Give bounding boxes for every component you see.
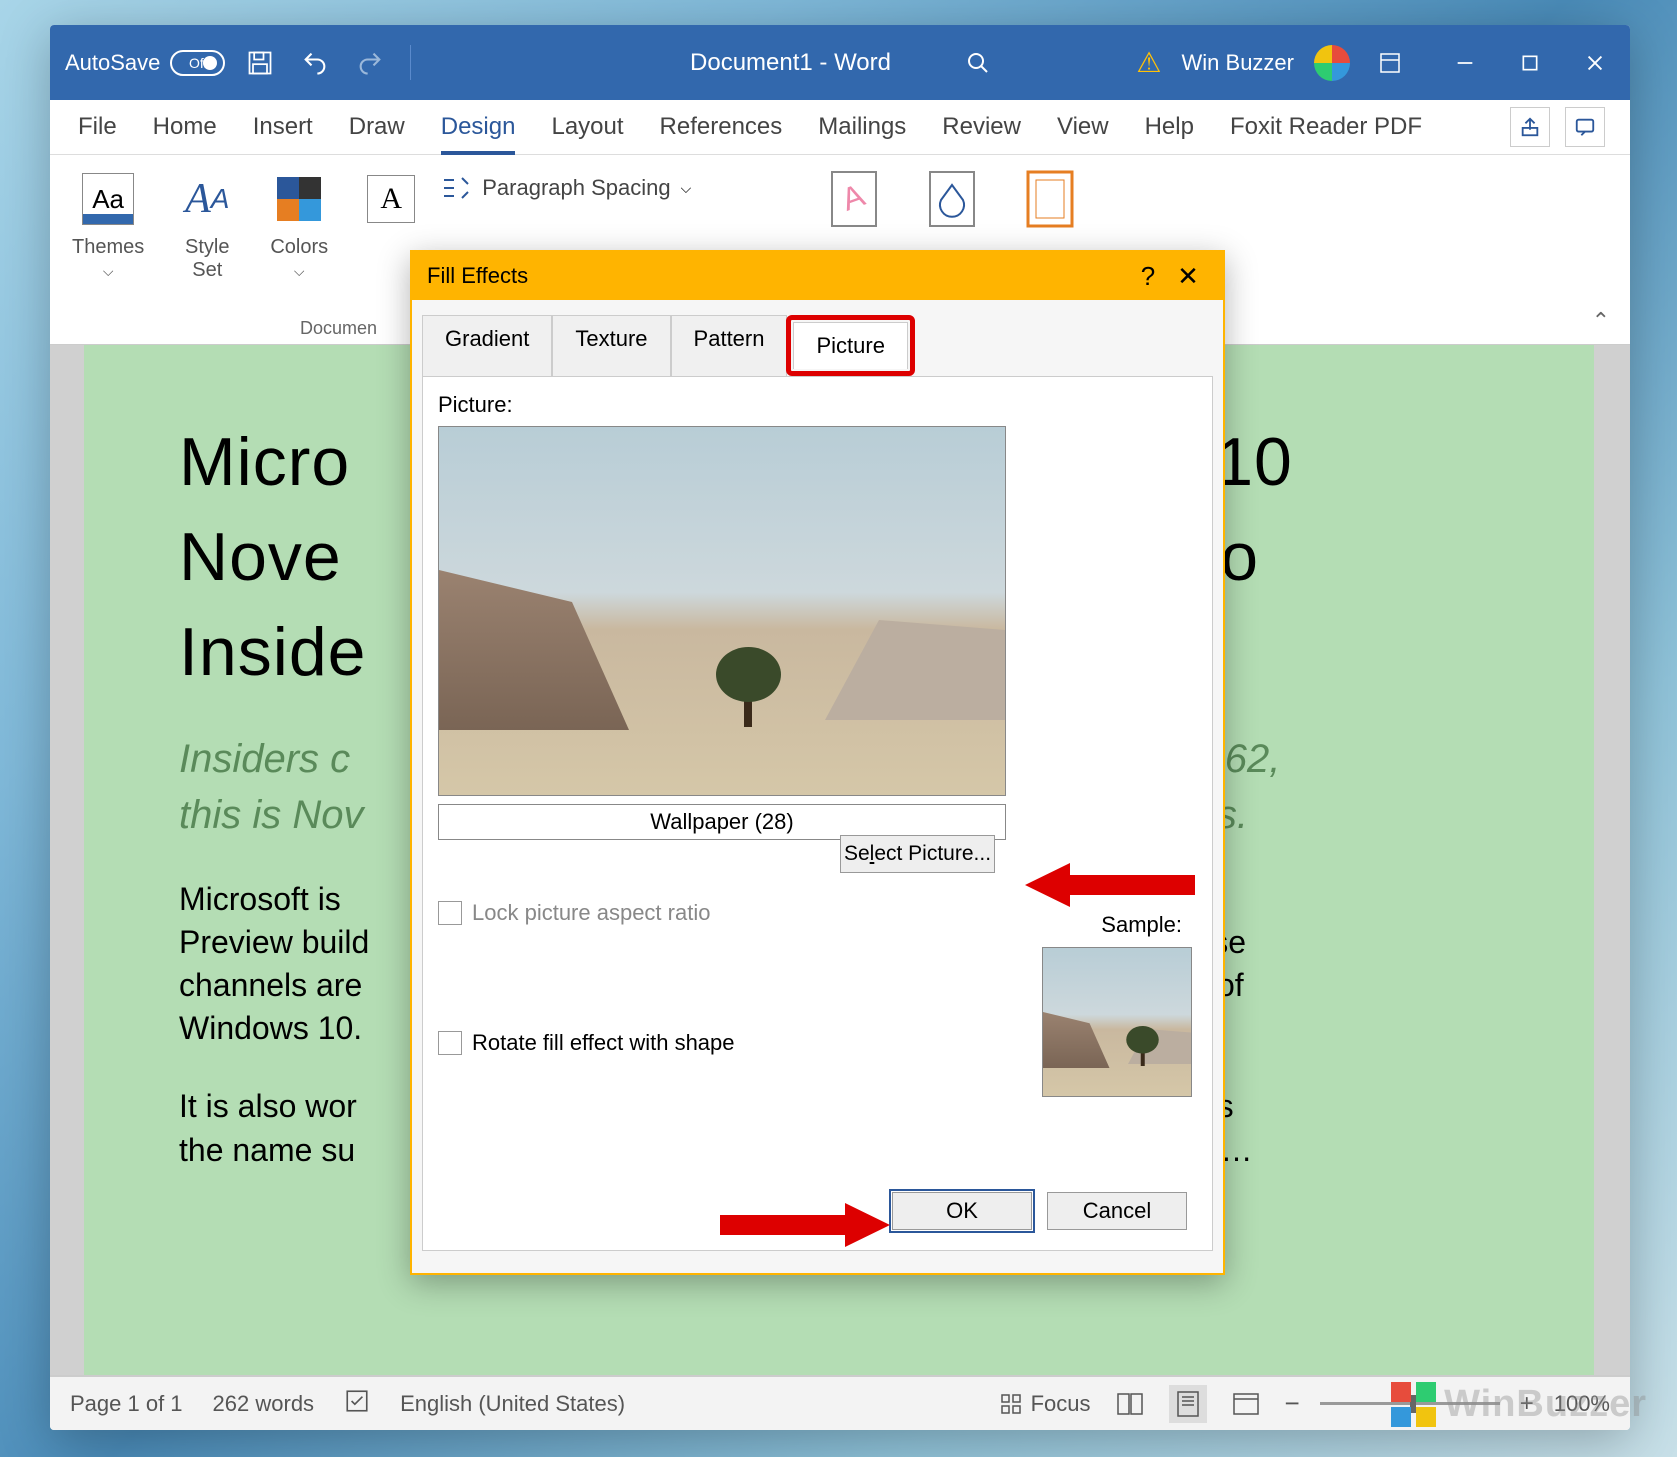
search-icon[interactable] [966,51,990,75]
themes-button[interactable]: Aa Themes⌵ [60,170,156,282]
dialog-tab-pattern[interactable]: Pattern [671,315,788,376]
print-layout-icon[interactable] [1169,1385,1207,1423]
watermark: WinBuzzer [1391,1382,1647,1427]
save-icon[interactable] [240,43,280,83]
sample-preview [1042,947,1192,1097]
tab-help[interactable]: Help [1127,100,1212,155]
page-color-icon[interactable] [928,170,976,233]
dialog-tab-picture[interactable]: Picture [793,322,907,369]
tab-mailings[interactable]: Mailings [800,100,924,155]
tab-home[interactable]: Home [135,100,235,155]
annotation-arrow [1025,855,1195,915]
close-icon[interactable] [1575,43,1615,83]
document-title: Document1 - Word [690,49,891,77]
tab-design[interactable]: Design [423,100,534,155]
tab-draw[interactable]: Draw [331,100,423,155]
page-borders-icon[interactable] [1026,170,1074,233]
dialog-help-icon[interactable]: ? [1128,261,1168,292]
watermark-icon[interactable]: A [830,170,878,233]
sample-label: Sample: [1101,912,1182,938]
dialog-tab-texture[interactable]: Texture [552,315,670,376]
picture-preview [438,426,1006,796]
page-indicator[interactable]: Page 1 of 1 [70,1391,183,1417]
style-set-button[interactable]: AA Style Set [166,170,248,282]
dialog-tab-gradient[interactable]: Gradient [422,315,552,376]
picture-label: Picture: [438,392,1197,418]
fonts-button[interactable]: A [350,170,432,228]
fill-effects-dialog: Fill Effects ? ✕ Gradient Texture Patter… [410,250,1225,1275]
warning-icon: ⚠ [1136,46,1161,79]
comments-icon[interactable] [1565,107,1605,147]
focus-mode[interactable]: Focus [999,1391,1091,1417]
dialog-close-icon[interactable]: ✕ [1168,261,1208,292]
tab-layout[interactable]: Layout [533,100,641,155]
web-layout-icon[interactable] [1227,1385,1265,1423]
autosave-toggle[interactable]: AutoSave Off [65,50,225,76]
cancel-button[interactable]: Cancel [1047,1192,1187,1230]
spell-check-icon[interactable] [344,1388,370,1420]
select-picture-button[interactable]: Select Picture... [840,835,995,873]
dialog-title: Fill Effects [427,263,528,289]
annotation-arrow [720,1195,890,1255]
collapse-ribbon-icon[interactable]: ⌃ [1592,308,1610,334]
maximize-icon[interactable] [1510,43,1550,83]
colors-button[interactable]: Colors⌵ [258,170,340,282]
document-formatting-label: Documen [300,318,377,339]
ribbon-mode-icon[interactable] [1370,43,1410,83]
share-icon[interactable] [1510,107,1550,147]
tab-review[interactable]: Review [924,100,1039,155]
tab-view[interactable]: View [1039,100,1127,155]
minimize-icon[interactable] [1445,43,1485,83]
paragraph-spacing-button[interactable]: Paragraph Spacing ⌵ [442,170,691,201]
zoom-out-icon[interactable]: − [1285,1388,1300,1419]
user-avatar[interactable] [1314,45,1350,81]
username[interactable]: Win Buzzer [1182,50,1294,76]
autosave-label: AutoSave [65,50,160,76]
ribbon-tabs: File Home Insert Draw Design Layout Refe… [50,100,1630,155]
annotation-highlight: Picture [786,315,914,376]
dialog-tabs: Gradient Texture Pattern Picture [422,300,1223,376]
language-indicator[interactable]: English (United States) [400,1391,625,1417]
word-count[interactable]: 262 words [213,1391,315,1417]
tab-foxit[interactable]: Foxit Reader PDF [1212,100,1440,155]
tab-file[interactable]: File [60,100,135,155]
read-mode-icon[interactable] [1111,1385,1149,1423]
ok-button[interactable]: OK [892,1192,1032,1230]
svg-text:A: A [837,176,870,217]
dialog-titlebar: Fill Effects ? ✕ [412,252,1223,300]
dialog-content: Picture: Wallpaper (28) Select Picture..… [422,376,1213,1251]
undo-icon[interactable] [295,43,335,83]
titlebar: AutoSave Off Document1 - Word ⚠ Win Buzz… [50,25,1630,100]
redo-icon[interactable] [350,43,390,83]
tab-references[interactable]: References [642,100,801,155]
tab-insert[interactable]: Insert [235,100,331,155]
rotate-fill-checkbox[interactable]: Rotate fill effect with shape [438,1030,735,1056]
